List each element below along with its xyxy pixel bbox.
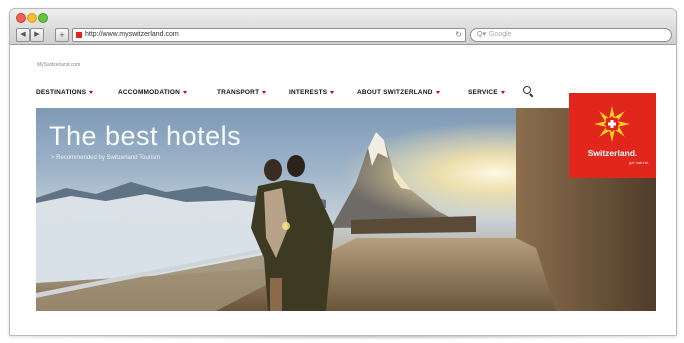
search-icon: Q▾	[477, 31, 486, 38]
search-placeholder: Google	[489, 31, 512, 38]
forward-button[interactable]: ▶	[30, 28, 44, 42]
zoom-window-button[interactable]	[38, 13, 48, 23]
nav-label: INTERESTS	[289, 89, 328, 96]
logo-tagline: get natural.	[628, 160, 649, 165]
add-bookmark-button[interactable]: +	[55, 28, 69, 42]
caret-down-icon	[89, 90, 94, 94]
caret-down-icon	[500, 90, 505, 94]
caret-down-icon	[262, 90, 267, 94]
hero-subtitle-link[interactable]: > Recommended by Switzerland Tourism	[51, 155, 160, 161]
forward-arrow-icon: ▶	[34, 31, 40, 38]
plus-icon: +	[59, 30, 65, 40]
back-button[interactable]: ◀	[16, 28, 30, 42]
nav-label: SERVICE	[468, 89, 498, 96]
back-arrow-icon: ◀	[20, 31, 26, 38]
minimize-window-button[interactable]	[27, 13, 37, 23]
nav-label: DESTINATIONS	[36, 89, 87, 96]
site-domain-label[interactable]: MySwitzerland.com	[37, 62, 80, 68]
logo-wordmark: Switzerland.	[587, 148, 638, 158]
site-favicon-icon	[76, 32, 82, 38]
browser-window: ◀ ▶ + http://www.myswitzerland.com ↻ Q▾ …	[9, 8, 677, 336]
nav-label: ABOUT SWITZERLAND	[357, 89, 433, 96]
caret-down-icon	[330, 90, 335, 94]
nav-about-switzerland[interactable]: ABOUT SWITZERLAND	[357, 88, 440, 97]
nav-transport[interactable]: TRANSPORT	[217, 88, 267, 97]
browser-search-field[interactable]: Q▾ Google	[470, 28, 672, 42]
hero-banner[interactable]: The best hotels > Recommended by Switzer…	[36, 108, 656, 311]
caret-down-icon	[183, 90, 188, 94]
nav-destinations[interactable]: DESTINATIONS	[36, 88, 94, 97]
flower-star-icon	[594, 106, 630, 142]
nav-label: ACCOMMODATION	[118, 89, 181, 96]
close-window-button[interactable]	[16, 13, 26, 23]
nav-interests[interactable]: INTERESTS	[289, 88, 335, 97]
caret-down-icon	[435, 90, 440, 94]
nav-accommodation[interactable]: ACCOMMODATION	[118, 88, 188, 97]
nav-label: TRANSPORT	[217, 89, 260, 96]
reload-icon[interactable]: ↻	[455, 29, 462, 41]
magnifier-icon[interactable]	[523, 86, 531, 94]
browser-toolbar: ◀ ▶ + http://www.myswitzerland.com ↻ Q▾ …	[10, 9, 676, 45]
switzerland-tourism-logo[interactable]: Switzerland. get natural.	[569, 93, 656, 178]
address-bar-url: http://www.myswitzerland.com	[85, 31, 179, 38]
hero-title: The best hotels	[49, 121, 242, 151]
address-bar[interactable]: http://www.myswitzerland.com ↻	[72, 28, 466, 42]
web-page: MySwitzerland.com DESTINATIONS ACCOMMODA…	[10, 45, 676, 335]
nav-service[interactable]: SERVICE	[468, 88, 505, 97]
